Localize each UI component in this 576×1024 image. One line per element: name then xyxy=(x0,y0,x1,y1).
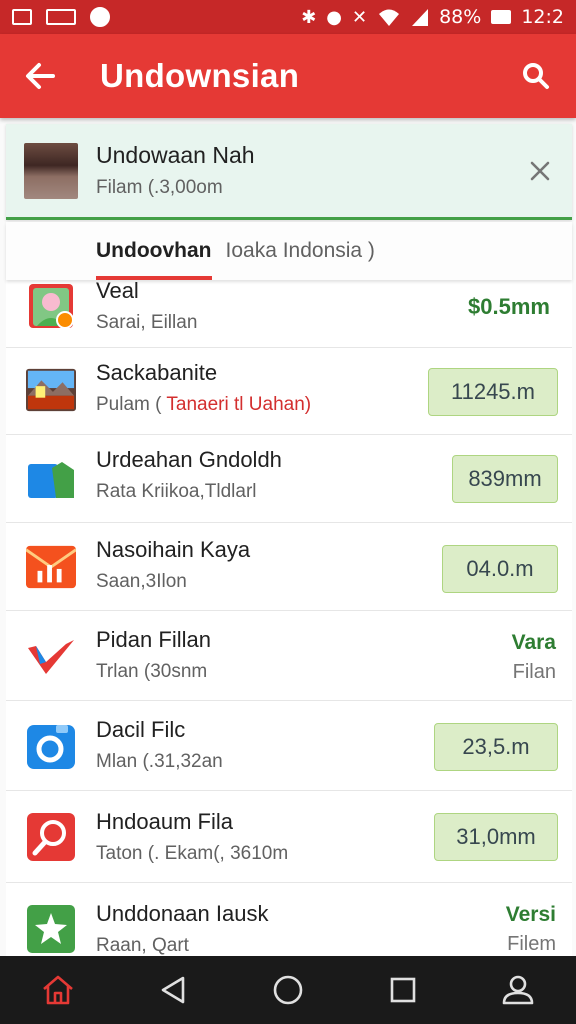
list-item-title: Sackabanite xyxy=(96,360,218,385)
close-banner-button[interactable] xyxy=(522,153,558,189)
list-item-title: Pidan Fillan xyxy=(96,627,211,652)
list-item-text: Sackabanite Pulam ( Tanaeri tl Uahan) xyxy=(96,360,311,416)
list-item-text: Nasoihain Kaya Saan,3Ilon xyxy=(96,537,250,593)
list-item-title: Urdeahan Gndoldh xyxy=(96,447,282,472)
nav-recents-button[interactable] xyxy=(373,960,433,1020)
user-photo-icon xyxy=(26,282,76,330)
chart-notification-icon xyxy=(46,9,76,25)
list-item-value-secondary: Filem xyxy=(507,933,556,955)
list-item[interactable]: Dacil Filc Mlan (.31,32an 23,5.m xyxy=(6,701,572,791)
signal-icon xyxy=(412,9,429,26)
list-item[interactable]: Veal Sarai, Eillan $0.5mm xyxy=(6,280,572,348)
list-item-value: 31,0mm xyxy=(434,813,558,861)
list-item-value-secondary: Filan xyxy=(512,661,556,683)
list-item-text: Urdeahan Gndoldh Rata Kriikoa,Tldlarl xyxy=(96,447,282,503)
list-item-title: Dacil Filc xyxy=(96,717,186,742)
list-item-subtitle: Raan, Qart xyxy=(96,935,189,956)
list-item-subtitle: Trlan (30snm xyxy=(96,661,208,682)
clock: 12:2 xyxy=(521,6,564,28)
list-item-title: Veal xyxy=(96,280,139,303)
app-screen: ✱ ● ✕ 88% 12:2 Undownsian Undowaan Nah F… xyxy=(0,0,576,1024)
tab-undoovhan[interactable]: Undoovhan xyxy=(96,222,212,280)
back-triangle-icon xyxy=(161,976,185,1004)
system-nav-bar xyxy=(0,956,576,1024)
mute-icon: ✕ xyxy=(352,6,368,28)
magnifier-icon xyxy=(26,813,76,861)
bluetooth-icon: ✱ xyxy=(301,6,317,28)
account-subtitle: Filam (.3,00om xyxy=(96,177,223,198)
list-item-subtitle: Rata Kriikoa,Tldlarl xyxy=(96,481,257,502)
home-icon xyxy=(42,975,73,1005)
list-item-value: 23,5.m xyxy=(434,723,558,771)
checkmark-icon xyxy=(26,633,76,681)
account-info: Undowaan Nah Filam (.3,00om xyxy=(96,142,255,199)
list-item-text: Unddonaan Iausk Raan, Qart xyxy=(96,901,268,956)
list-item[interactable]: Nasoihain Kaya Saan,3Ilon 04.0.m xyxy=(6,523,572,611)
list-item-text: Hndoaum Fila Taton (. Ekam(, 3610m xyxy=(96,809,288,865)
tab-indonsia[interactable]: Ioaka Indonsia ) xyxy=(226,222,375,280)
list-item-subtitle: Pulam ( Tanaeri tl Uahan) xyxy=(96,394,312,415)
arrow-back-icon xyxy=(26,63,55,89)
list-item-title: Unddonaan Iausk xyxy=(96,901,269,926)
list-item-title: Hndoaum Fila xyxy=(96,809,233,834)
folder-icon xyxy=(26,455,76,503)
list-item[interactable]: Urdeahan Gndoldh Rata Kriikoa,Tldlarl 83… xyxy=(6,435,572,523)
nav-home-button[interactable] xyxy=(28,960,88,1020)
star-badge-icon xyxy=(26,905,76,953)
list-item-value: Vara Filan xyxy=(512,631,556,684)
list-item-value-primary: Versi xyxy=(505,903,556,926)
status-notification-icons xyxy=(12,7,110,27)
tab-bar: Undoovhan Ioaka Indonsia ) xyxy=(6,222,572,280)
status-system-icons: ✱ ● ✕ 88% 12:2 xyxy=(301,6,564,28)
list-item-subtitle: Saan,3Ilon xyxy=(96,571,187,592)
nav-back-button[interactable] xyxy=(143,960,203,1020)
nfc-icon: ● xyxy=(326,6,342,28)
recents-square-icon xyxy=(390,977,416,1003)
list-item[interactable]: Sackabanite Pulam ( Tanaeri tl Uahan) 11… xyxy=(6,348,572,435)
list-item-text: Pidan Fillan Trlan (30snm xyxy=(96,627,211,683)
app-bar: Undownsian xyxy=(0,34,576,118)
list-item-text: Veal Sarai, Eillan xyxy=(96,280,197,334)
list-item-subtitle: Taton (. Ekam(, 3610m xyxy=(96,843,289,864)
list-item[interactable]: Unddonaan Iausk Raan, Qart Versi Filem xyxy=(6,883,572,956)
account-banner[interactable]: Undowaan Nah Filam (.3,00om xyxy=(6,124,572,220)
profile-icon xyxy=(503,975,534,1005)
status-bar: ✱ ● ✕ 88% 12:2 xyxy=(0,0,576,34)
list-item-subtitle: Mlan (.31,32an xyxy=(96,751,223,772)
camera-icon xyxy=(26,723,76,771)
nav-profile-button[interactable] xyxy=(488,960,548,1020)
account-name: Undowaan Nah xyxy=(96,142,255,168)
chart-mail-icon xyxy=(26,543,76,591)
nav-circle-button[interactable] xyxy=(258,960,318,1020)
list-item-subtitle: Sarai, Eillan xyxy=(96,312,198,333)
list-item-title: Nasoihain Kaya xyxy=(96,537,251,562)
app-notification-icon xyxy=(90,7,110,27)
close-icon xyxy=(530,161,550,180)
list-item-text: Dacil Filc Mlan (.31,32an xyxy=(96,717,223,773)
list-item[interactable]: Hndoaum Fila Taton (. Ekam(, 3610m 31,0m… xyxy=(6,791,572,883)
list-item-value: 839mm xyxy=(452,455,558,503)
home-circle-icon xyxy=(273,975,303,1005)
list-item-value-primary: Vara xyxy=(511,631,556,654)
list-item-value: 04.0.m xyxy=(442,545,558,593)
image-notification-icon xyxy=(12,9,32,25)
list-item-value: 11245.m xyxy=(428,368,558,416)
file-list: Veal Sarai, Eillan $0.5mm Sackabanite Pu… xyxy=(6,280,572,956)
page-title: Undownsian xyxy=(100,57,300,94)
list-item-value: $0.5mm xyxy=(468,294,550,319)
battery-percent: 88% xyxy=(439,6,482,28)
search-icon xyxy=(523,63,549,89)
list-item-value: Versi Filem xyxy=(506,903,556,956)
back-button[interactable] xyxy=(0,34,80,118)
landscape-photo-icon xyxy=(26,366,76,414)
search-button[interactable] xyxy=(496,34,576,118)
list-item[interactable]: Pidan Fillan Trlan (30snm Vara Filan xyxy=(6,611,572,701)
avatar xyxy=(24,142,78,199)
wifi-icon xyxy=(379,9,400,26)
battery-icon xyxy=(491,10,512,24)
